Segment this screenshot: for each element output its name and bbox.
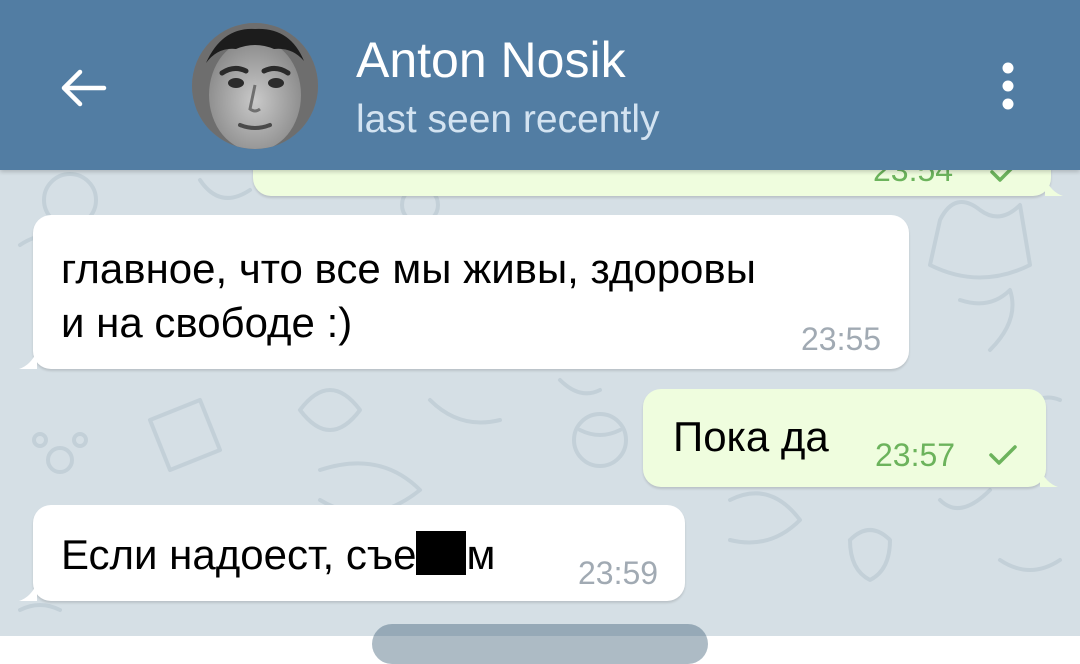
contact-status: last seen recently: [356, 98, 660, 141]
message-bubble-incoming[interactable]: Если надоест, съе м 23:59: [19, 505, 685, 601]
message-time: 23:55: [801, 321, 882, 357]
date-pill: [372, 624, 708, 664]
message-bubble-incoming[interactable]: главное, что все мы живы, здоровы и на с…: [19, 215, 909, 369]
message-text-line: и на свободе :): [61, 299, 353, 346]
message-text-part: м: [466, 531, 496, 578]
check-icon: [989, 445, 1017, 465]
avatar-photo: [192, 23, 318, 149]
message-text-part: Если надоест, съе: [61, 531, 417, 578]
bubble-tail: [19, 583, 37, 601]
message-text: Если надоест, съе м: [61, 525, 495, 585]
chat-header: Anton Nosik last seen recently: [0, 0, 1080, 170]
avatar[interactable]: [192, 23, 318, 149]
bubble-tail: [19, 351, 37, 369]
message-text: Пока да: [673, 413, 829, 460]
contact-name: Anton Nosik: [356, 32, 626, 88]
more-vertical-icon[interactable]: [985, 55, 1031, 119]
redaction-box: [416, 531, 467, 575]
message-time: 23:59: [578, 555, 659, 591]
message-text-line: главное, что все мы живы, здоровы: [61, 245, 756, 292]
bubble-tail: [1040, 469, 1058, 487]
arrow-left-icon[interactable]: [48, 52, 120, 124]
bubble-tail: [1045, 178, 1063, 196]
message-bubble-outgoing[interactable]: Пока да 23:57: [643, 389, 1058, 487]
message-time: 23:57: [875, 437, 956, 473]
